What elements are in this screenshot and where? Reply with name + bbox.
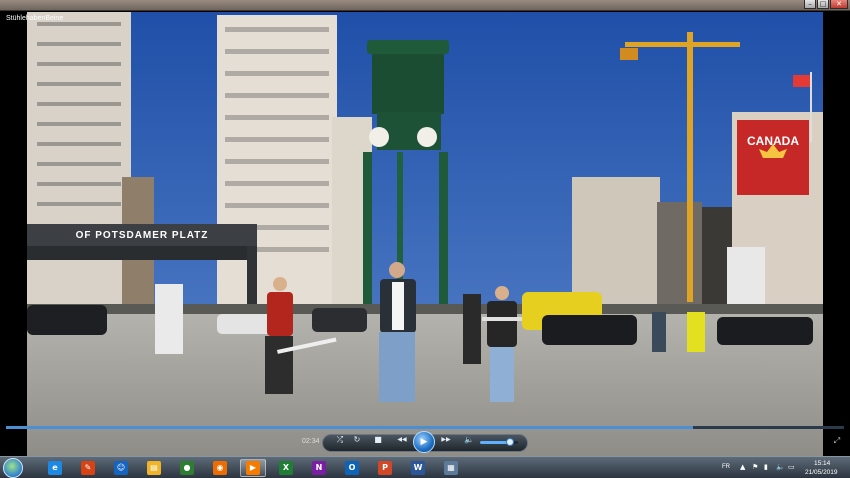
minimize-button[interactable]: – xyxy=(804,0,816,9)
media-player-icon: ▶ xyxy=(246,461,260,475)
close-button[interactable]: ✕ xyxy=(830,0,848,9)
volume-slider[interactable] xyxy=(480,438,518,446)
playback-controls: 02:34 ⤮ ↻ ■ ◀◀ ▶ ▶▶ 🔈 ⤢ xyxy=(0,431,850,455)
battery-icon[interactable]: ▭ xyxy=(788,463,795,471)
stop-icon[interactable]: ■ xyxy=(371,435,385,445)
network-icon[interactable]: ▮ xyxy=(764,463,768,471)
file-explorer-icon: ▤ xyxy=(147,461,161,475)
title-bar[interactable]: – □ ✕ xyxy=(0,0,850,11)
word-icon: W xyxy=(411,461,425,475)
volume-icon[interactable]: 🔈 xyxy=(462,435,476,445)
photos-icon: ▦ xyxy=(444,461,458,475)
seek-bar[interactable] xyxy=(6,426,844,429)
station-sign: OF POTSDAMER PLATZ xyxy=(76,230,209,241)
clock-face-right xyxy=(417,127,437,147)
paint-icon: ✎ xyxy=(81,461,95,475)
media-title: StühlehabenBeine xyxy=(6,15,64,22)
internet-explorer-icon: e xyxy=(48,461,62,475)
taskbar-app-paint[interactable]: ✎ xyxy=(75,459,101,477)
outlook-icon: O xyxy=(345,461,359,475)
media-player-window: – □ ✕ CANADA OF POTSDAMER PLATZ Stühleha… xyxy=(0,0,850,478)
taskbar-app-messenger[interactable]: ☺ xyxy=(108,459,134,477)
firefox-icon: ◉ xyxy=(213,461,227,475)
taskbar-app-excel[interactable]: X xyxy=(273,459,299,477)
flag-icon[interactable]: ⚑ xyxy=(752,463,758,471)
taskbar-app-media-player[interactable]: ▶ xyxy=(240,459,266,477)
window-controls: – □ ✕ xyxy=(804,0,848,10)
speaker-icon[interactable]: 🔈 xyxy=(776,463,785,471)
show-hidden-icons-icon[interactable]: ▲ xyxy=(740,463,745,471)
shuffle-icon[interactable]: ⤮ xyxy=(333,435,347,445)
person-center xyxy=(379,262,416,402)
chrome-icon: ● xyxy=(180,461,194,475)
taskbar-app-powerpoint[interactable]: P xyxy=(372,459,398,477)
taskbar-app-chrome[interactable]: ● xyxy=(174,459,200,477)
video-frame[interactable]: CANADA OF POTSDAMER PLATZ xyxy=(27,12,823,456)
taskbar-app-firefox[interactable]: ◉ xyxy=(207,459,233,477)
play-icon: ▶ xyxy=(420,437,428,447)
start-button[interactable] xyxy=(3,458,23,478)
clock-time[interactable]: 15:14 xyxy=(814,460,830,467)
fullscreen-icon[interactable]: ⤢ xyxy=(832,436,842,445)
video-scene: CANADA OF POTSDAMER PLATZ xyxy=(27,12,823,456)
powerpoint-icon: P xyxy=(378,461,392,475)
taskbar: e ✎ ☺ ▤ ● ◉ ▶ X N O P W ▦ FR ▲ ⚑ ▮ 🔈 ▭ 15:14 21/05/2… xyxy=(0,456,850,478)
repeat-icon[interactable]: ↻ xyxy=(350,435,364,445)
language-indicator[interactable]: FR xyxy=(722,464,730,470)
messenger-icon: ☺ xyxy=(114,461,128,475)
taskbar-app-internet-explorer[interactable]: e xyxy=(42,459,68,477)
elapsed-time: 02:34 xyxy=(302,438,320,445)
taskbar-app-outlook[interactable]: O xyxy=(339,459,365,477)
play-button[interactable]: ▶ xyxy=(413,431,435,453)
previous-icon[interactable]: ◀◀ xyxy=(393,435,411,445)
taskbar-app-word[interactable]: W xyxy=(405,459,431,477)
taskbar-app-file-explorer[interactable]: ▤ xyxy=(141,459,167,477)
excel-icon: X xyxy=(279,461,293,475)
maximize-button[interactable]: □ xyxy=(817,0,829,9)
onenote-icon: N xyxy=(312,461,326,475)
next-icon[interactable]: ▶▶ xyxy=(437,435,455,445)
seek-progress xyxy=(6,426,694,429)
taskbar-app-photos[interactable]: ▦ xyxy=(438,459,464,477)
clock-date[interactable]: 21/05/2019 xyxy=(805,469,838,476)
clock-face-left xyxy=(369,127,389,147)
taskbar-app-onenote[interactable]: N xyxy=(306,459,332,477)
